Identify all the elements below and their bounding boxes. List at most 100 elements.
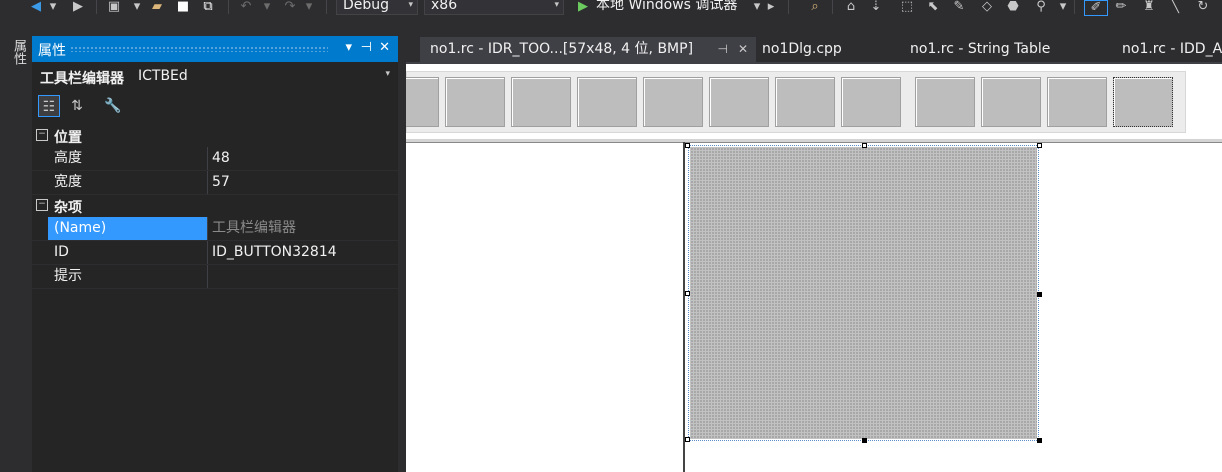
splitter[interactable] — [406, 139, 1222, 143]
tab-label: no1.rc - IDD_A — [1122, 41, 1222, 57]
properties-panel: 属性 ▾ ⊣ ✕ 工具栏编辑器 ICTBEd ▾ ☷ ⇅ 🔧 − 位置 高度 4… — [32, 36, 398, 472]
save-icon[interactable]: ■ — [174, 0, 192, 14]
categorized-icon[interactable]: ☷ — [38, 95, 60, 117]
redo-icon[interactable]: ↷ — [282, 0, 298, 14]
object-selector[interactable]: 工具栏编辑器 ICTBEd ▾ — [32, 62, 398, 90]
property-row-width[interactable]: 宽度 57 — [32, 171, 398, 195]
close-icon[interactable]: ✕ — [379, 39, 390, 57]
property-row-height[interactable]: 高度 48 — [32, 147, 398, 171]
category-misc[interactable]: − 杂项 — [32, 195, 398, 217]
select-rect-icon[interactable]: ⬚ — [898, 0, 916, 14]
resize-handle — [862, 143, 867, 148]
toolbar-editor — [406, 64, 1222, 472]
category-position[interactable]: − 位置 — [32, 125, 398, 147]
overflow-icon[interactable]: ▸ — [764, 0, 778, 14]
category-label: 位置 — [54, 130, 82, 146]
tab-toolbar-resource[interactable]: no1.rc - IDR_TOO...[57x48, 4 位, BMP] ⊣ ✕ — [420, 37, 756, 62]
fill-icon[interactable]: ⬣ — [1004, 0, 1022, 14]
property-row-id[interactable]: ID ID_BUTTON32814 — [32, 241, 398, 265]
line-icon[interactable]: ╲ — [1166, 0, 1184, 14]
property-value[interactable]: 48 — [207, 147, 398, 170]
properties-side-tab[interactable]: 属性 — [11, 39, 26, 65]
airbrush-icon[interactable]: ♜ — [1140, 0, 1158, 14]
pin-icon[interactable]: ⊣ — [718, 37, 728, 61]
chevron-down-icon: ▾ — [408, 0, 413, 10]
pixel-canvas[interactable] — [688, 145, 1039, 441]
magnify-dropdown-icon[interactable]: ▾ — [1058, 0, 1068, 14]
property-pages-icon[interactable]: 🔧 — [102, 95, 124, 117]
back-dropdown-icon[interactable]: ▾ — [48, 0, 58, 14]
chevron-down-icon: ▾ — [385, 69, 390, 79]
play-icon[interactable]: ▶ — [576, 0, 590, 14]
resize-handle[interactable] — [1037, 292, 1042, 297]
eraser-icon[interactable]: ◇ — [978, 0, 996, 14]
property-key: 宽度 — [48, 171, 207, 194]
home-icon[interactable]: ⌂ — [842, 0, 860, 14]
property-value[interactable] — [207, 265, 398, 288]
toolbar-button[interactable] — [445, 77, 505, 127]
pencil-icon[interactable]: ✎ — [950, 0, 968, 14]
tab-string-table[interactable]: no1.rc - String Table — [900, 37, 1100, 62]
start-debugging-button[interactable]: 本地 Windows 调试器 — [596, 0, 737, 14]
magnify-icon[interactable]: ⚲ — [1032, 0, 1050, 14]
resize-handle[interactable] — [1037, 438, 1042, 443]
solution-config-value: Debug — [343, 0, 390, 13]
undo-dropdown-icon[interactable]: ▾ — [262, 0, 272, 14]
resize-handle — [685, 291, 690, 296]
forward-icon[interactable]: ▶ — [70, 0, 86, 14]
back-icon[interactable]: ◀ — [28, 0, 44, 14]
align-icon[interactable]: ⇣ — [870, 0, 882, 14]
curve-icon[interactable]: ↻ — [1194, 0, 1212, 14]
toolbar-button[interactable] — [1047, 77, 1107, 127]
property-row-prompt[interactable]: 提示 — [32, 265, 398, 289]
toolbar-button[interactable] — [406, 77, 439, 127]
select-icon[interactable]: ⬉ — [924, 0, 942, 14]
properties-title: 属性 — [38, 43, 66, 59]
brush-icon[interactable]: ✏ — [1112, 0, 1130, 14]
property-key: 提示 — [48, 265, 207, 288]
alphabetical-icon[interactable]: ⇅ — [66, 95, 88, 117]
property-value[interactable]: 57 — [207, 171, 398, 194]
object-name: 工具栏编辑器 — [40, 71, 124, 87]
redo-dropdown-icon[interactable]: ▾ — [304, 0, 314, 14]
find-in-files-icon[interactable]: ⌕ — [806, 0, 824, 14]
tab-dialog[interactable]: no1.rc - IDD_A — [1112, 37, 1222, 62]
toolbar-button[interactable] — [775, 77, 835, 127]
property-row-name[interactable]: (Name) 工具栏编辑器 — [32, 217, 398, 241]
toolbar-button[interactable] — [577, 77, 637, 127]
tab-label: no1Dlg.cpp — [762, 41, 842, 57]
tab-no1dlg-cpp[interactable]: no1Dlg.cpp — [752, 37, 892, 62]
toolbar-button[interactable] — [709, 77, 769, 127]
pencil-tool-icon[interactable]: ✐ — [1084, 0, 1108, 16]
property-value[interactable]: ID_BUTTON32814 — [207, 241, 398, 264]
collapse-icon[interactable]: − — [36, 199, 48, 211]
splitter[interactable] — [683, 142, 685, 472]
new-dropdown-icon[interactable]: ▾ — [132, 0, 142, 14]
resize-handle — [685, 437, 690, 442]
toolbar-button[interactable] — [915, 77, 975, 127]
collapse-icon[interactable]: − — [36, 129, 48, 141]
toolbar-button[interactable] — [511, 77, 571, 127]
toolbar-button[interactable] — [841, 77, 901, 127]
undo-icon[interactable]: ↶ — [238, 0, 254, 14]
run-dropdown-icon[interactable]: ▾ — [752, 0, 762, 14]
toolbar-button[interactable] — [643, 77, 703, 127]
property-key: ID — [48, 241, 207, 264]
open-folder-icon[interactable]: ▰ — [148, 0, 166, 14]
toolbar-button-selected[interactable] — [1113, 77, 1173, 127]
save-all-icon[interactable]: ⧉ — [198, 0, 218, 14]
pin-icon[interactable]: ⊣ — [361, 39, 372, 57]
resize-handle[interactable] — [862, 438, 867, 443]
resize-handle — [1037, 143, 1042, 148]
window-menu-icon[interactable]: ▾ — [345, 39, 352, 57]
drag-grip[interactable] — [70, 46, 328, 52]
close-icon[interactable]: ✕ — [738, 37, 748, 61]
properties-titlebar[interactable]: 属性 ▾ ⊣ ✕ — [32, 36, 398, 62]
toolbar-button[interactable] — [981, 77, 1041, 127]
property-value[interactable]: 工具栏编辑器 — [207, 217, 398, 240]
platform-select[interactable]: x86 ▾ — [424, 0, 564, 15]
new-project-icon[interactable]: ▣ — [106, 0, 122, 14]
toolbar-preview-strip — [406, 71, 1186, 133]
main-toolbar: ◀ ▾ ▶ ▣ ▾ ▰ ■ ⧉ ↶ ▾ ↷ ▾ Debug ▾ x86 ▾ ▶ … — [0, 0, 1222, 17]
solution-config-select[interactable]: Debug ▾ — [336, 0, 418, 15]
